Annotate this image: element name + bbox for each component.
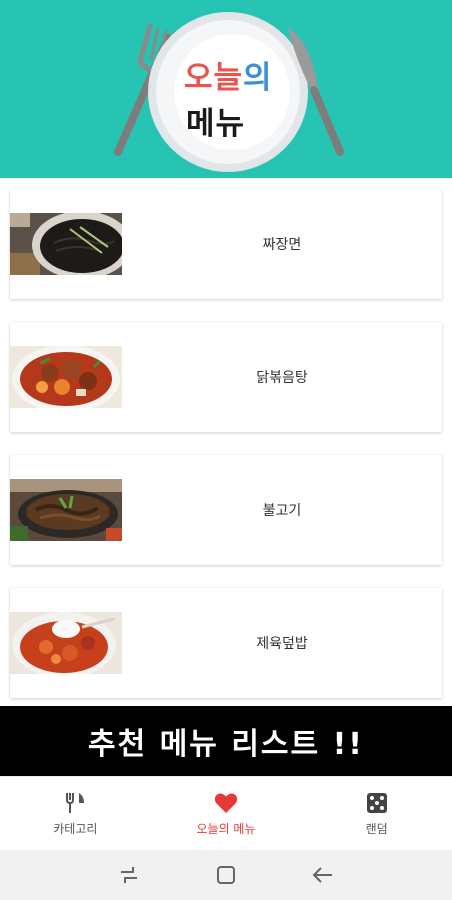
bulgogi-photo xyxy=(10,479,122,541)
recommended-menu-list: 짜장면 닭볶음탕 불고기 제육덮밥 xyxy=(0,178,452,706)
app-screen: 오늘의 메뉴 짜장면 닭볶음탕 불고기 제육덮밥 추천 메뉴 리스트 !! 카테… xyxy=(0,0,452,900)
nav-tab-label: 오늘의 메뉴 xyxy=(196,822,256,836)
recent-apps-icon xyxy=(120,867,137,883)
nav-tab-today-menu[interactable]: 오늘의 메뉴 xyxy=(151,777,302,850)
dice-icon xyxy=(366,790,388,816)
nav-tab-random[interactable]: 랜덤 xyxy=(301,777,452,850)
back-button[interactable] xyxy=(303,855,343,895)
logo-text-today: 오늘 xyxy=(184,60,244,96)
app-header: 오늘의 메뉴 xyxy=(0,0,452,178)
nav-tab-label: 카테고리 xyxy=(53,822,98,836)
logo-text-of: 의 xyxy=(243,60,273,96)
recommendation-banner: 추천 메뉴 리스트 !! xyxy=(0,706,452,776)
system-navigation-bar xyxy=(0,850,452,900)
jajangmyeon-photo xyxy=(10,213,122,275)
menu-item-name: 닭볶음탕 xyxy=(256,370,308,386)
app-logo-title: 오늘의 xyxy=(184,52,273,97)
home-button[interactable] xyxy=(206,855,246,895)
menu-card[interactable]: 짜장면 xyxy=(10,189,442,299)
logo-text-menu: 메뉴 xyxy=(186,106,246,142)
heart-icon xyxy=(214,790,238,816)
jeyukdeopbap-photo xyxy=(10,612,122,674)
back-icon xyxy=(312,867,333,883)
menu-card[interactable]: 닭볶음탕 xyxy=(10,322,442,432)
fork-knife-icon xyxy=(64,790,86,816)
menu-item-name: 제육덮밥 xyxy=(256,636,308,652)
dakbokkeumtang-photo xyxy=(10,346,122,408)
banner-text: 추천 메뉴 리스트 !! xyxy=(88,727,364,762)
recent-apps-button[interactable] xyxy=(109,855,149,895)
home-icon xyxy=(216,866,235,884)
menu-item-name: 불고기 xyxy=(262,503,302,519)
menu-card[interactable]: 불고기 xyxy=(10,455,442,565)
bottom-navigation: 카테고리 오늘의 메뉴 랜덤 xyxy=(0,776,452,850)
menu-item-name: 짜장면 xyxy=(262,237,302,253)
menu-card[interactable]: 제육덮밥 xyxy=(10,588,442,698)
nav-tab-label: 랜덤 xyxy=(365,822,388,836)
nav-tab-category[interactable]: 카테고리 xyxy=(0,777,151,850)
